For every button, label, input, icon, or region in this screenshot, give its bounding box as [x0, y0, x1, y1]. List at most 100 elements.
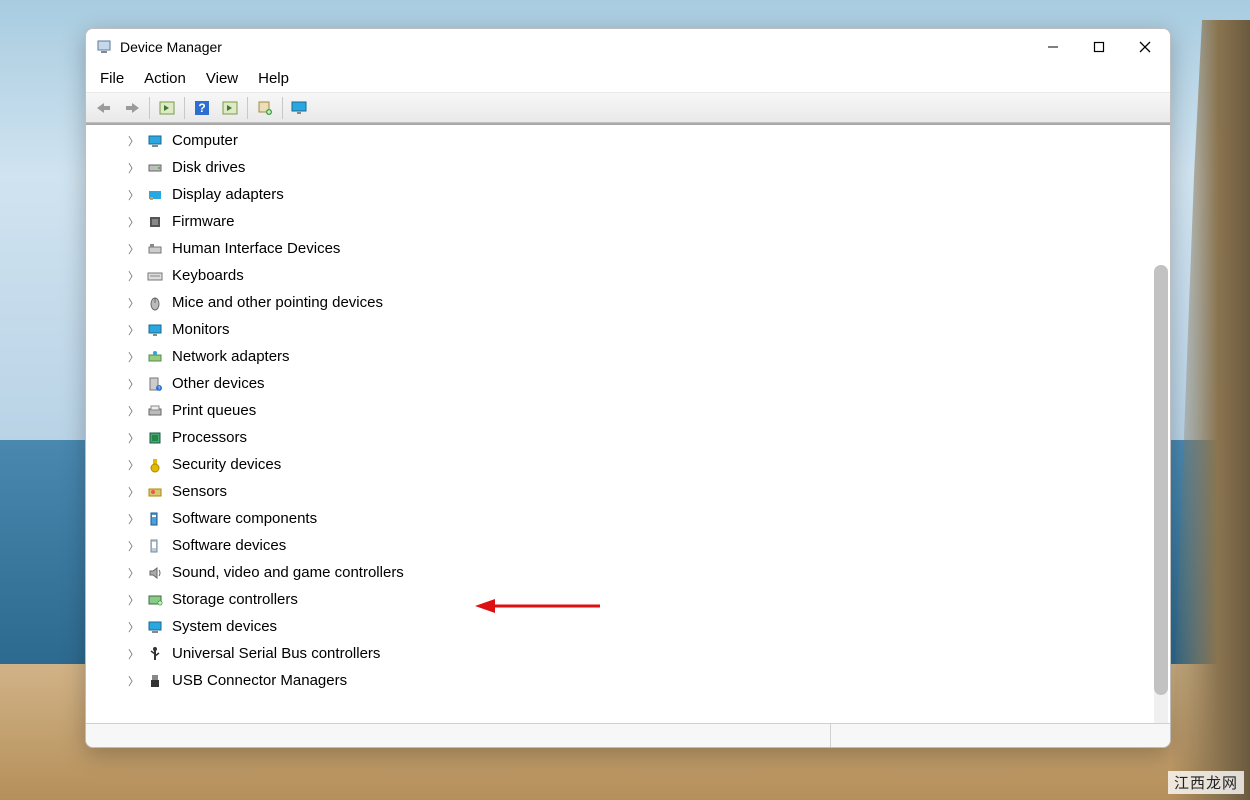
display-adapter-icon: [146, 186, 164, 204]
usb-connector-icon: [146, 672, 164, 690]
svg-text:?: ?: [198, 101, 205, 115]
tree-item-label: System devices: [172, 618, 277, 635]
tree-item[interactable]: 〉Storage controllers: [86, 586, 1170, 613]
chevron-right-icon[interactable]: 〉: [128, 511, 140, 527]
tree-item[interactable]: 〉 USB Connector Managers: [86, 667, 1170, 694]
toolbar-separator: [184, 97, 185, 119]
help-button[interactable]: ?: [188, 96, 216, 120]
network-icon: [146, 348, 164, 366]
tree-item[interactable]: 〉 Universal Serial Bus controllers: [86, 640, 1170, 667]
toolbar-separator: [149, 97, 150, 119]
storage-icon: [146, 591, 164, 609]
tree-item[interactable]: 〉 Disk drives: [86, 154, 1170, 181]
tree-item-label: Software devices: [172, 537, 286, 554]
chevron-right-icon[interactable]: 〉: [128, 592, 140, 608]
computer-icon: [146, 132, 164, 150]
chevron-right-icon[interactable]: 〉: [128, 673, 140, 689]
tree-item[interactable]: 〉 Human Interface Devices: [86, 235, 1170, 262]
toolbar-separator: [247, 97, 248, 119]
toolbar-separator: [282, 97, 283, 119]
chevron-right-icon[interactable]: 〉: [128, 322, 140, 338]
chevron-right-icon[interactable]: 〉: [128, 214, 140, 230]
tree-item-label: Human Interface Devices: [172, 240, 340, 257]
chevron-right-icon[interactable]: 〉: [128, 430, 140, 446]
forward-button[interactable]: [118, 96, 146, 120]
security-icon: [146, 456, 164, 474]
tree-item-label: Computer: [172, 132, 238, 149]
chevron-right-icon[interactable]: 〉: [128, 133, 140, 149]
svg-text:?: ?: [158, 386, 161, 392]
tree-item[interactable]: 〉Security devices: [86, 451, 1170, 478]
window-title: Device Manager: [120, 39, 222, 55]
tree-item[interactable]: 〉Keyboards: [86, 262, 1170, 289]
hid-icon: [146, 240, 164, 258]
status-bar: [86, 723, 1170, 747]
vertical-scrollbar[interactable]: [1154, 265, 1168, 723]
watermark: 江西龙网: [1168, 771, 1244, 794]
system-icon: [146, 618, 164, 636]
title-bar[interactable]: Device Manager: [86, 29, 1170, 65]
chevron-right-icon[interactable]: 〉: [128, 457, 140, 473]
tree-item[interactable]: 〉Print queues: [86, 397, 1170, 424]
tree-item[interactable]: 〉Monitors: [86, 316, 1170, 343]
printer-icon: [146, 402, 164, 420]
tree-item[interactable]: 〉? Other devices: [86, 370, 1170, 397]
menu-action[interactable]: Action: [144, 65, 186, 93]
tree-item[interactable]: 〉 System devices: [86, 613, 1170, 640]
tree-item-label: Network adapters: [172, 348, 290, 365]
tree-item-label: Disk drives: [172, 159, 245, 176]
tree-item-label: USB Connector Managers: [172, 672, 347, 689]
add-legacy-button[interactable]: [251, 96, 279, 120]
tree-item[interactable]: 〉Firmware: [86, 208, 1170, 235]
chevron-right-icon[interactable]: 〉: [128, 403, 140, 419]
tree-item-label: Processors: [172, 429, 247, 446]
chevron-right-icon[interactable]: 〉: [128, 619, 140, 635]
content-area: 〉 Computer 〉 Disk drives 〉 Display adapters 〉F…: [86, 123, 1170, 723]
chevron-right-icon[interactable]: 〉: [128, 565, 140, 581]
tree-item[interactable]: 〉 Computer: [86, 127, 1170, 154]
cpu-icon: [146, 429, 164, 447]
chevron-right-icon[interactable]: 〉: [128, 295, 140, 311]
chevron-right-icon[interactable]: 〉: [128, 160, 140, 176]
chevron-right-icon[interactable]: 〉: [128, 187, 140, 203]
close-button[interactable]: [1122, 29, 1168, 65]
tree-item[interactable]: 〉 Sensors: [86, 478, 1170, 505]
tree-item-label: Other devices: [172, 375, 265, 392]
scrollbar-thumb[interactable]: [1154, 265, 1168, 695]
tree-item-label: Sensors: [172, 483, 227, 500]
minimize-button[interactable]: [1030, 29, 1076, 65]
back-button[interactable]: [90, 96, 118, 120]
maximize-button[interactable]: [1076, 29, 1122, 65]
properties-button[interactable]: [153, 96, 181, 120]
menu-help[interactable]: Help: [258, 65, 289, 93]
tree-item[interactable]: 〉 Software components: [86, 505, 1170, 532]
speaker-icon: [146, 564, 164, 582]
chevron-right-icon[interactable]: 〉: [128, 268, 140, 284]
tree-item[interactable]: 〉 Software devices: [86, 532, 1170, 559]
tree-item[interactable]: 〉 Processors: [86, 424, 1170, 451]
chevron-right-icon[interactable]: 〉: [128, 538, 140, 554]
tree-item[interactable]: 〉Sound, video and game controllers: [86, 559, 1170, 586]
tree-item[interactable]: 〉 Mice and other pointing devices: [86, 289, 1170, 316]
chevron-right-icon[interactable]: 〉: [128, 484, 140, 500]
software-device-icon: [146, 537, 164, 555]
tree-item-label: Mice and other pointing devices: [172, 294, 383, 311]
tree-item[interactable]: 〉 Display adapters: [86, 181, 1170, 208]
chevron-right-icon[interactable]: 〉: [128, 376, 140, 392]
chevron-right-icon[interactable]: 〉: [128, 241, 140, 257]
software-component-icon: [146, 510, 164, 528]
tree-item[interactable]: 〉 Network adapters: [86, 343, 1170, 370]
tree-item-label: Display adapters: [172, 186, 284, 203]
unknown-icon: ?: [146, 375, 164, 393]
monitors-button[interactable]: [286, 96, 314, 120]
menu-view[interactable]: View: [206, 65, 238, 93]
tree-item-label: Universal Serial Bus controllers: [172, 645, 380, 662]
chevron-right-icon[interactable]: 〉: [128, 646, 140, 662]
chevron-right-icon[interactable]: 〉: [128, 349, 140, 365]
sensor-icon: [146, 483, 164, 501]
tree-item-label: Software components: [172, 510, 317, 527]
device-tree[interactable]: 〉 Computer 〉 Disk drives 〉 Display adapters 〉F…: [86, 125, 1170, 723]
usb-icon: [146, 645, 164, 663]
scan-hardware-button[interactable]: [216, 96, 244, 120]
menu-file[interactable]: File: [100, 65, 124, 93]
